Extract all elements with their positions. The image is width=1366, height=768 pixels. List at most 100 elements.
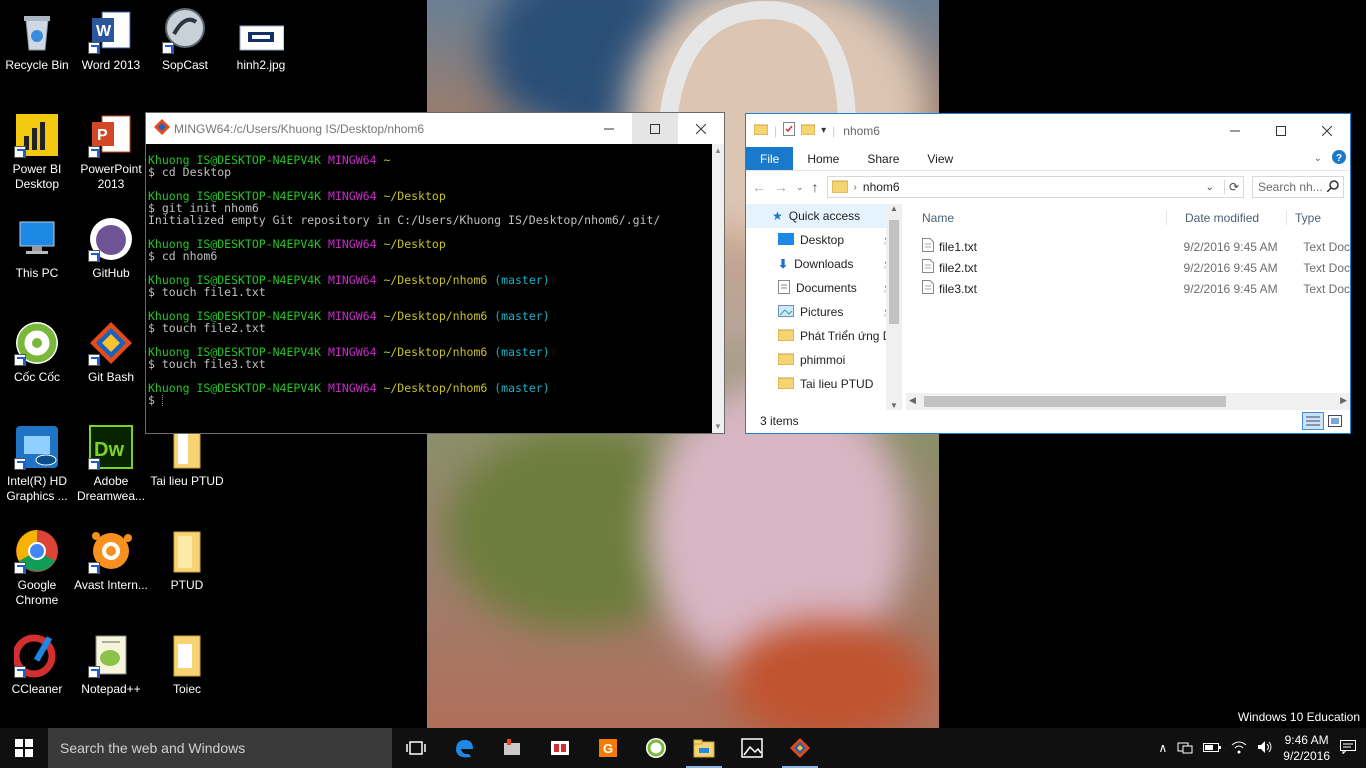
taskbar-coccoc[interactable] [632,728,680,768]
wifi-icon[interactable] [1231,740,1247,757]
status-bar: 3 items [746,408,1350,433]
desktop-icon-toiec[interactable]: Toiec [150,632,224,697]
desktop-icon-coccoc[interactable]: Cốc Cốc [0,320,74,385]
desktop-icon-dreamweaver[interactable]: Dw Adobe Dreamwea... [74,424,148,504]
tab-share[interactable]: Share [853,147,913,170]
expand-ribbon-icon[interactable]: ⌄ [1314,153,1322,164]
taskbar-photos[interactable] [728,728,776,768]
nav-item-phat-trien[interactable]: Phát Triển ứng D [746,324,901,348]
pdf-reader-icon: G [599,739,617,757]
desktop-icon-avast[interactable]: Avast Intern... [74,528,148,593]
address-bar[interactable]: › nhom6 ⌄ ⟳ [826,176,1244,198]
desktop-icon-recycle-bin[interactable]: Recycle Bin [0,8,74,73]
desktop-icon-label: PowerPoint 2013 [80,162,142,191]
git-bash-app-icon [154,119,170,138]
taskbar-edge[interactable] [440,728,488,768]
refresh-icon[interactable]: ⟳ [1223,180,1243,194]
scroll-down-icon[interactable]: ▼ [714,422,722,431]
desktop-icon-notepadpp[interactable]: Notepad++ [74,632,148,697]
column-name[interactable]: Name [906,211,1166,225]
nav-item-pictures[interactable]: Pictures📌 [746,300,901,324]
search-input[interactable]: Search nh... [1252,176,1344,198]
nav-item-quick-access[interactable]: ★ Quick access [746,204,901,228]
navigation-pane[interactable]: ★ Quick access Desktop📌 ⬇ Downloads📌 Doc… [746,204,902,410]
up-arrow-icon[interactable]: ↑ [812,179,819,195]
folder-icon [777,329,795,344]
help-icon[interactable]: ? [1332,150,1346,167]
file-explorer-window[interactable]: | ▾ | nhom6 File Home Share View ⌄ ? ← →… [745,113,1351,434]
address-path[interactable]: nhom6 [863,180,900,194]
properties-icon[interactable] [783,122,796,139]
volume-icon[interactable] [1257,740,1273,757]
desktop-icon-chrome[interactable]: Google Chrome [0,528,74,608]
column-date-modified[interactable]: Date modified [1166,211,1286,225]
desktop-icon-ptud[interactable]: PTUD [150,528,224,593]
nav-item-tai-lieu-ptud[interactable]: Tai lieu PTUD [746,372,901,396]
desktop-icon-label: Tai lieu PTUD [150,474,224,488]
terminal-command-line: $ touch file2.txt [148,321,266,335]
new-folder-icon[interactable] [800,123,816,138]
maximize-icon [1276,125,1286,136]
minimize-button[interactable] [1212,115,1258,146]
terminal-output[interactable]: Khuong IS@DESKTOP-N4EPV4K MINGW64 ~ $ cd … [146,144,712,433]
back-arrow-icon[interactable]: ← [752,179,766,195]
desktop-icon-hinh2[interactable]: hinh2.jpg [224,8,298,73]
nav-item-phimmoi[interactable]: phimmoi [746,348,901,372]
nav-item-desktop[interactable]: Desktop📌 [746,228,901,252]
task-view-button[interactable] [392,728,440,768]
explorer-titlebar[interactable]: | ▾ | nhom6 [746,114,1350,147]
file-row[interactable]: file1.txt 9/2/2016 9:45 AM Text Doc [906,236,1350,257]
tab-home[interactable]: Home [793,147,853,170]
taskbar-search-box[interactable]: Search the web and Windows [48,728,392,768]
desktop-icon-intel-graphics[interactable]: Intel(R) HD Graphics ... [0,424,74,504]
close-button[interactable] [678,113,724,144]
git-bash-titlebar[interactable]: MINGW64:/c/Users/Khuong IS/Desktop/nhom6 [146,113,724,144]
customize-toolbar-icon[interactable]: ▾ [821,125,826,136]
desktop-icon-power-bi[interactable]: Power BI Desktop [0,112,74,192]
file-list[interactable]: Name Date modified Type file1.txt 9/2/20… [906,204,1350,410]
file-row[interactable]: file3.txt 9/2/2016 9:45 AM Text Doc [906,278,1350,299]
desktop-icon-git-bash[interactable]: Git Bash [74,320,148,385]
taskbar-app-switch[interactable] [536,728,584,768]
ribbon-tabs: File Home Share View ⌄ ? [746,147,1350,171]
taskbar-clock[interactable]: 9:46 AM 9/2/2016 [1283,732,1330,764]
taskbar-git-bash[interactable] [776,728,824,768]
nav-item-downloads[interactable]: ⬇ Downloads📌 [746,252,901,276]
scroll-up-icon[interactable]: ▲ [714,146,722,155]
column-type[interactable]: Type [1286,211,1321,225]
terminal-scrollbar[interactable]: ▲ ▼ [712,144,724,433]
tab-file[interactable]: File [746,147,794,170]
git-bash-window[interactable]: MINGW64:/c/Users/Khuong IS/Desktop/nhom6… [145,112,725,434]
windows-logo-icon [15,739,33,757]
tab-view[interactable]: View [913,147,967,170]
chevron-right-icon[interactable]: › [854,182,857,193]
desktop-icon-word[interactable]: W Word 2013 [74,8,148,73]
powerpoint-icon: P [88,112,134,158]
maximize-button[interactable] [1258,115,1304,146]
taskbar-file-explorer[interactable] [680,728,728,768]
details-view-button[interactable] [1302,411,1324,430]
close-button[interactable] [1304,115,1350,146]
minimize-button[interactable] [586,113,632,144]
network-icon[interactable] [1177,740,1193,757]
file-row[interactable]: file2.txt 9/2/2016 9:45 AM Text Doc [906,257,1350,278]
start-button[interactable] [0,728,48,768]
large-icons-view-button[interactable] [1324,412,1346,430]
battery-icon[interactable] [1203,741,1222,756]
desktop-icon-sopcast[interactable]: SopCast [148,8,222,73]
desktop-icon-ccleaner[interactable]: CCleaner [0,632,74,697]
desktop-icon-this-pc[interactable]: This PC [0,216,74,281]
chevron-down-icon[interactable]: ⌄ [1206,182,1218,193]
forward-arrow-icon[interactable]: → [774,179,788,195]
recent-locations-icon[interactable]: ⌄ [796,182,804,193]
taskbar-foxit-pdf[interactable]: G [584,728,632,768]
maximize-button[interactable] [632,113,678,144]
coccoc-icon [646,738,666,758]
desktop-icon-github[interactable]: GitHub [74,216,148,281]
desktop-icon-powerpoint[interactable]: P PowerPoint 2013 [74,112,148,192]
action-center-icon[interactable] [1340,739,1356,757]
taskbar-tool[interactable] [488,728,536,768]
nav-scrollbar[interactable]: ▲ ▼ [886,204,901,410]
show-hidden-icons-icon[interactable]: ∧ [1158,741,1167,755]
nav-item-documents[interactable]: Documents📌 [746,276,901,300]
